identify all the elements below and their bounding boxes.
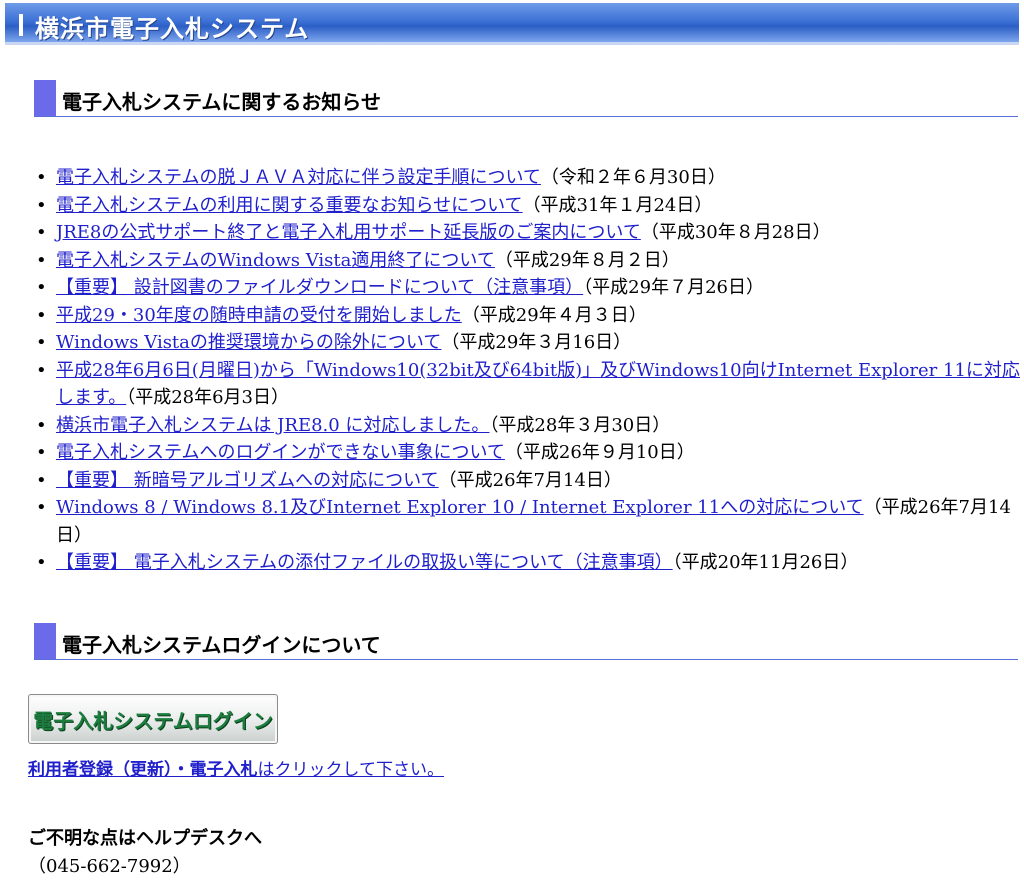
help-desk-info: ご不明な点はヘルプデスクへ （045-662-7992） xyxy=(28,825,262,881)
news-link[interactable]: 電子入札システムの利用に関する重要なお知らせについて xyxy=(56,195,523,216)
list-item: • Windows 8 / Windows 8.1及びInternet Explo… xyxy=(0,494,1020,549)
news-date: （令和２年６月30日） xyxy=(540,167,726,188)
news-link[interactable]: 電子入札システムのWindows Vista適用終了について xyxy=(56,250,495,271)
login-note-rest: はクリックして下さい。 xyxy=(257,760,445,780)
list-item: • 平成28年6月6日(月曜日)から「Windows10(32bit及び64bit… xyxy=(0,357,1020,412)
news-date: （平成29年８月２日） xyxy=(494,249,680,271)
bullet-icon: • xyxy=(36,249,47,271)
help-desk-title: ご不明な点はヘルプデスクへ xyxy=(28,828,262,849)
news-link[interactable]: 【重要】 設計図書のファイルダウンロードについて（注意事項） xyxy=(56,277,583,298)
news-link[interactable]: 平成29・30年度の随時申請の受付を開始しました xyxy=(56,305,462,326)
list-item: • 電子入札システムの脱ＪＡＶＡ対応に伴う設定手順について（令和２年６月30日） xyxy=(0,164,1020,192)
help-desk-phone: （045-662-7992） xyxy=(28,856,191,877)
bullet-icon: • xyxy=(36,359,47,381)
list-item: • 横浜市電子入札システムは JRE8.0 に対応しました。（平成28年３月30日… xyxy=(0,412,1020,440)
news-link[interactable]: JRE8の公式サポート終了と電子入札用サポート延長版のご案内について xyxy=(56,222,641,243)
news-date: （平成30年８月28日） xyxy=(640,222,831,243)
bullet-icon: • xyxy=(36,194,47,216)
list-item: • 【重要】 新暗号アルゴリズムへの対応について（平成26年7月14日） xyxy=(0,467,1020,495)
news-list: • 電子入札システムの脱ＪＡＶＡ対応に伴う設定手順について（令和２年６月30日） … xyxy=(0,164,1020,577)
list-item: • JRE8の公式サポート終了と電子入札用サポート延長版のご案内について（平成30… xyxy=(0,219,1020,247)
news-link[interactable]: Windows 8 / Windows 8.1及びInternet Explor… xyxy=(56,497,864,518)
list-item: • 電子入札システムへのログインができない事象について（平成26年９月10日） xyxy=(0,439,1020,467)
login-note-link[interactable]: 利用者登録（更新）・電子入札はクリックして下さい。 xyxy=(28,760,444,780)
list-item: • 【重要】 電子入札システムの添付ファイルの取扱い等について（注意事項）（平成2… xyxy=(0,549,1020,577)
section-heading-login: 電子入札システムログインについて xyxy=(34,623,1018,660)
list-item: • 電子入札システムのWindows Vista適用終了について（平成29年８月２… xyxy=(0,247,1020,275)
bullet-icon: • xyxy=(36,222,47,243)
bullet-icon: • xyxy=(36,332,47,353)
news-date: （平成20年11月26日） xyxy=(672,552,859,573)
news-date: （平成28年6月3日） xyxy=(126,387,290,408)
login-note: 利用者登録（更新）・電子入札はクリックして下さい。 xyxy=(28,755,444,780)
list-item: • Windows Vistaの推奨環境からの除外について（平成29年３月16日） xyxy=(0,329,1020,357)
header-accent-bar xyxy=(19,14,23,36)
news-link[interactable]: 電子入札システムの脱ＪＡＶＡ対応に伴う設定手順について xyxy=(56,167,541,188)
news-date: （平成31年１月24日） xyxy=(522,194,713,216)
section-heading-news: 電子入札システムに関するお知らせ xyxy=(34,80,1018,117)
login-note-bold: 利用者登録（更新）・電子入札 xyxy=(28,760,258,780)
site-title: 横浜市電子入札システム xyxy=(35,15,310,43)
site-header-bar: 横浜市電子入札システム xyxy=(5,3,1019,45)
news-date: （平成26年7月14日） xyxy=(438,469,622,491)
bullet-icon: • xyxy=(36,304,47,326)
bullet-icon: • xyxy=(36,277,47,298)
news-link[interactable]: 電子入札システムへのログインができない事象について xyxy=(56,442,505,463)
bullet-icon: • xyxy=(36,442,47,463)
news-link[interactable]: Windows Vistaの推奨環境からの除外について xyxy=(56,332,441,353)
news-link[interactable]: 横浜市電子入札システムは JRE8.0 に対応しました。 xyxy=(56,415,489,436)
login-button[interactable]: 電子入札システムログイン xyxy=(28,694,278,744)
news-date: （平成26年９月10日） xyxy=(504,442,695,463)
list-item: • 【重要】 設計図書のファイルダウンロードについて（注意事項）（平成29年７月2… xyxy=(0,274,1020,302)
bullet-icon: • xyxy=(36,414,47,436)
list-item: • 電子入札システムの利用に関する重要なお知らせについて（平成31年１月24日） xyxy=(0,192,1020,220)
news-date: （平成29年３月16日） xyxy=(441,332,632,353)
news-link[interactable]: 【重要】 電子入札システムの添付ファイルの取扱い等について（注意事項） xyxy=(56,552,673,573)
section-marker xyxy=(34,623,56,659)
news-date: （平成29年７月26日） xyxy=(583,277,764,298)
news-link[interactable]: 【重要】 新暗号アルゴリズムへの対応について xyxy=(56,470,439,491)
news-date: （平成29年４月３日） xyxy=(461,304,647,326)
bullet-icon: • xyxy=(36,497,47,518)
bullet-icon: • xyxy=(36,552,47,573)
list-item: • 平成29・30年度の随時申請の受付を開始しました（平成29年４月３日） xyxy=(0,302,1020,330)
bullet-icon: • xyxy=(36,167,47,188)
bullet-icon: • xyxy=(36,469,47,491)
section-marker xyxy=(34,80,56,116)
news-date: （平成28年３月30日） xyxy=(489,414,671,436)
section-title-login: 電子入札システムログインについて xyxy=(62,633,381,657)
section-title-news: 電子入札システムに関するお知らせ xyxy=(62,90,381,114)
